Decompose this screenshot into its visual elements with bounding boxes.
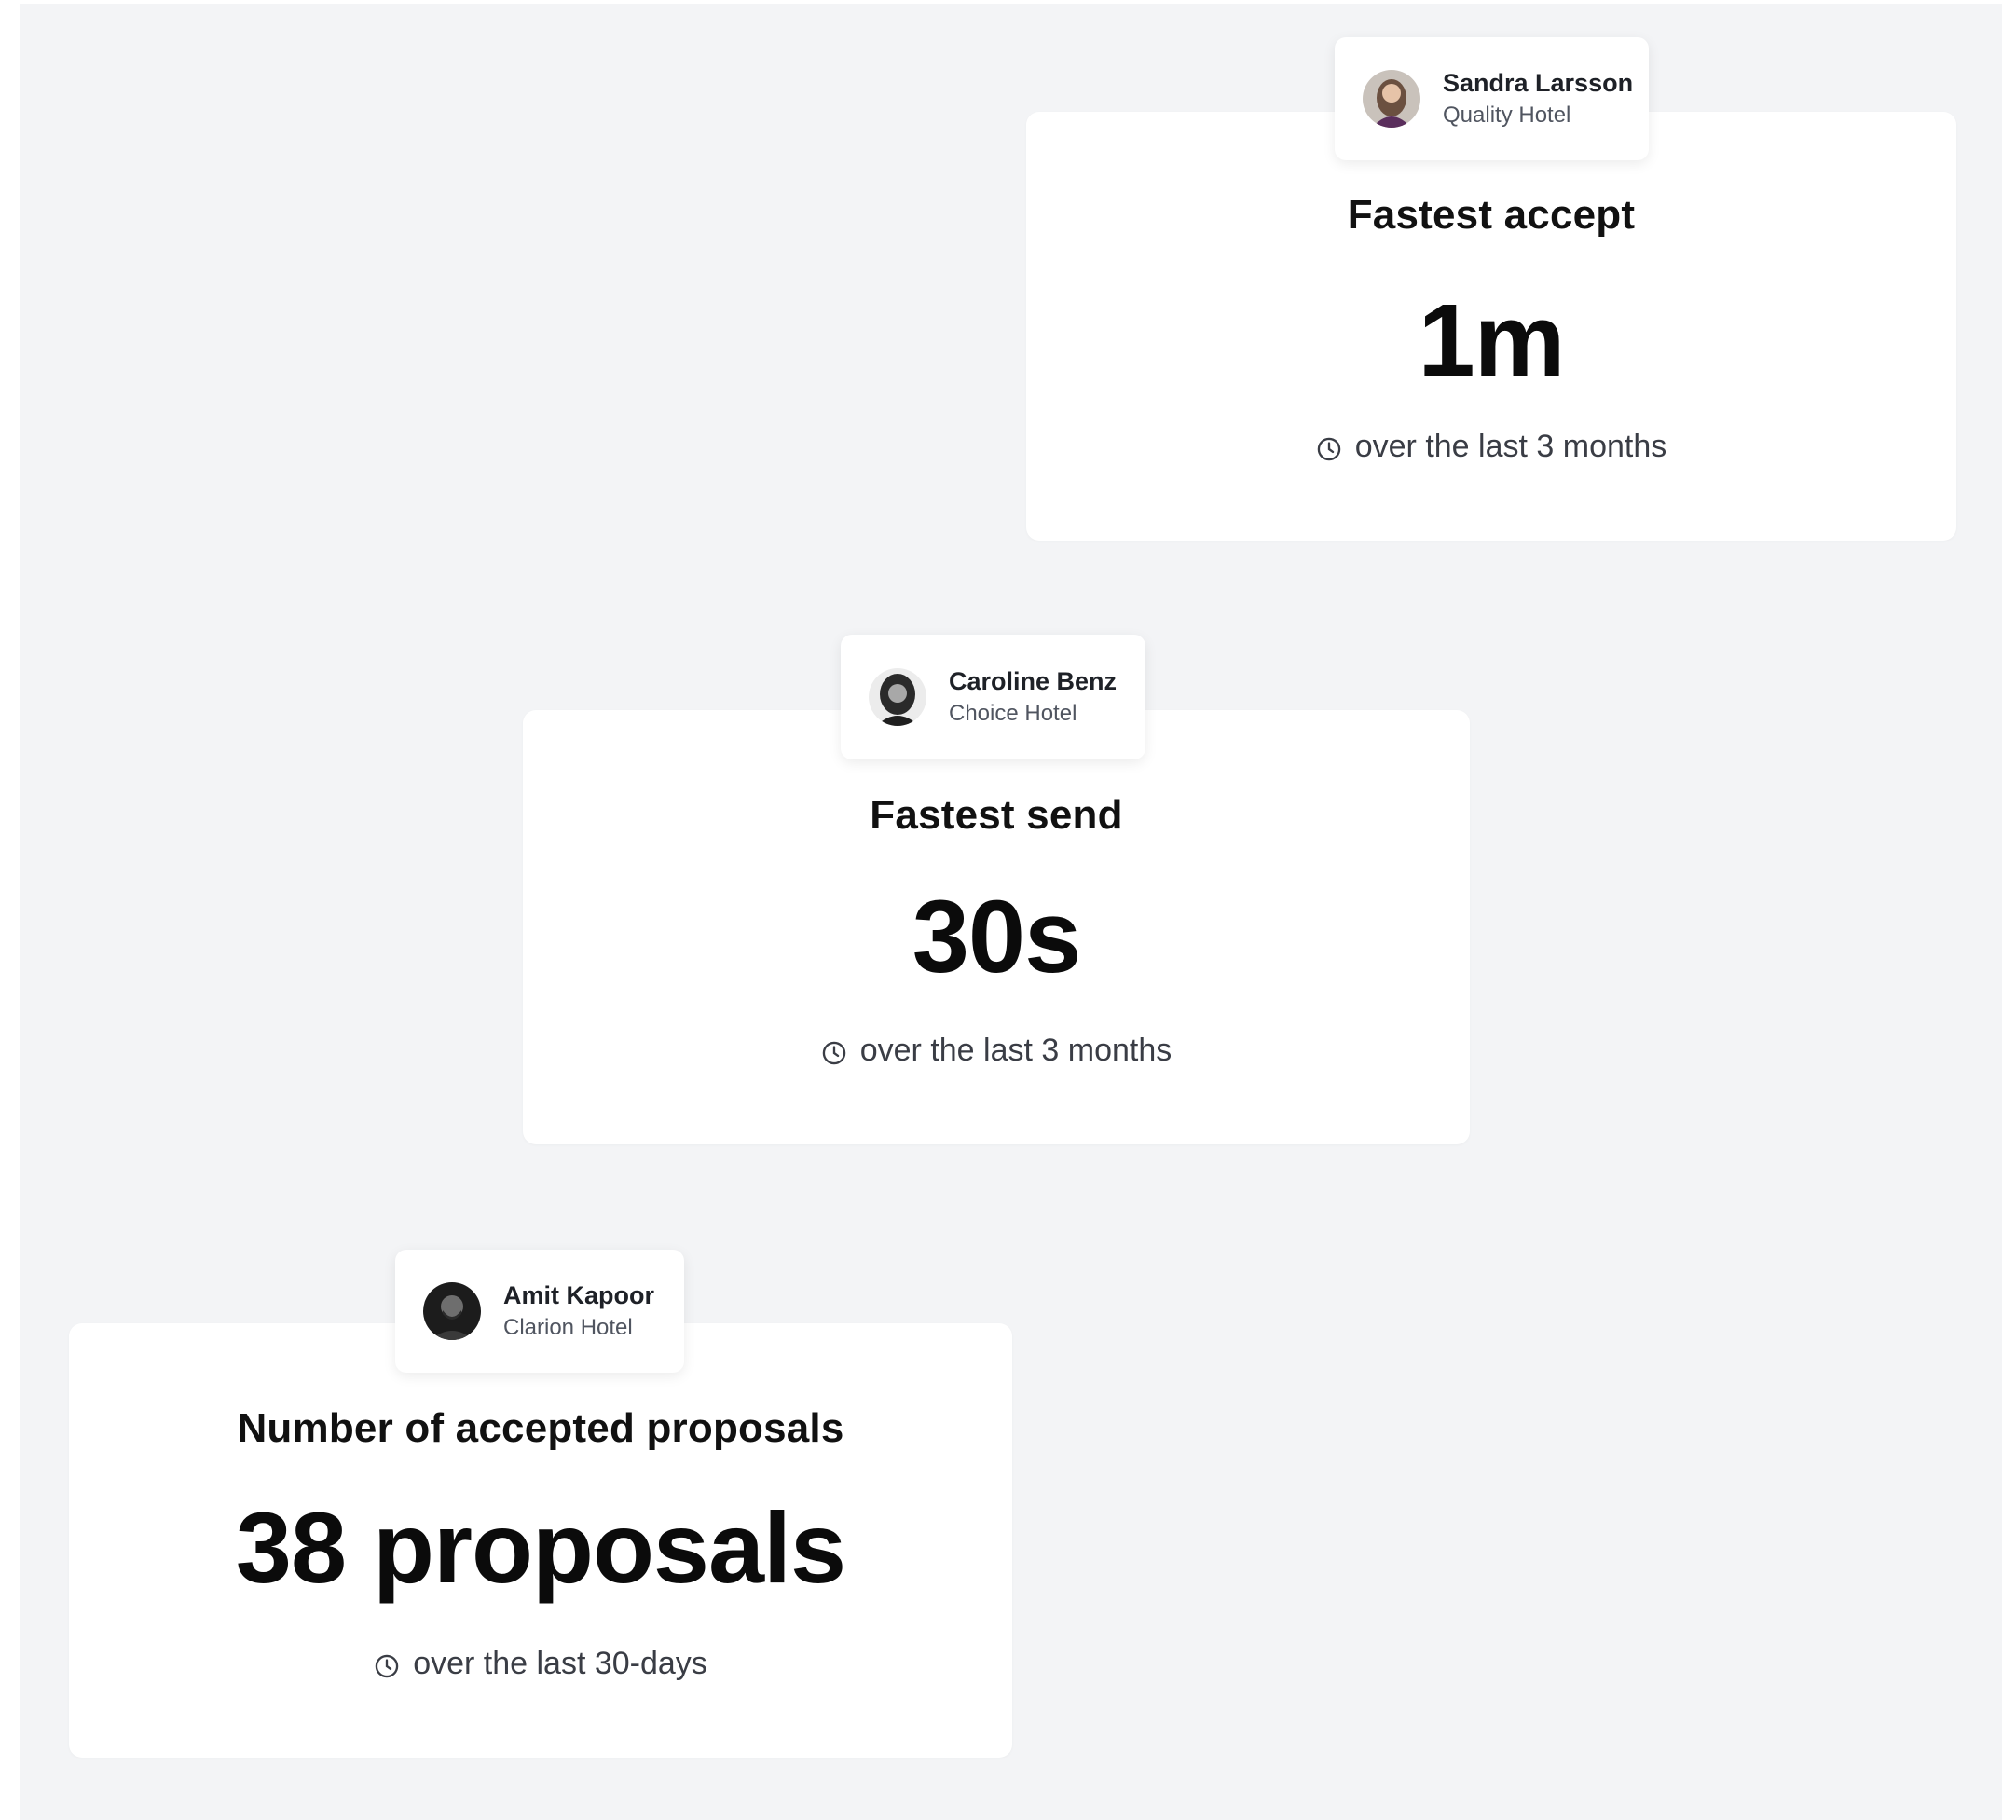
user-hotel: Clarion Hotel: [503, 1314, 633, 1340]
period-label: over the last 3 months: [859, 1033, 1173, 1068]
user-chip-sandra-larsson[interactable]: Sandra Larsson Quality Hotel: [1335, 37, 1649, 160]
card-value: 1m: [1418, 283, 1566, 398]
card-period: over the last 3 months: [523, 1033, 1470, 1069]
stats-panel: Fastest accept 1m over the last 3 months…: [20, 4, 2002, 1820]
woman-portrait-avatar: [869, 668, 926, 726]
man-portrait-avatar: [423, 1282, 481, 1340]
fastest-accept-card: Fastest accept 1m over the last 3 months: [1026, 112, 1956, 541]
period-label: over the last 30-days: [413, 1646, 707, 1681]
period-label: over the last 3 months: [1354, 429, 1667, 464]
card-value: 38 proposals: [235, 1491, 846, 1604]
card-period: over the last 30-days: [69, 1646, 1012, 1682]
clock-icon: [375, 1654, 399, 1677]
card-title: Number of accepted proposals: [237, 1405, 844, 1451]
card-period: over the last 3 months: [1026, 429, 1956, 465]
fastest-send-card: Fastest send 30s over the last 3 months: [523, 710, 1470, 1144]
user-name: Amit Kapoor: [503, 1280, 654, 1309]
card-title: Fastest send: [870, 792, 1123, 838]
woman-portrait-avatar: [1363, 70, 1420, 128]
user-hotel: Choice Hotel: [949, 700, 1077, 726]
user-chip-amit-kapoor[interactable]: Amit Kapoor Clarion Hotel: [395, 1250, 684, 1373]
card-value: 30s: [912, 880, 1082, 994]
accepted-proposals-card: Number of accepted proposals 38 proposal…: [69, 1323, 1012, 1758]
card-title: Fastest accept: [1347, 192, 1636, 238]
user-name: Sandra Larsson: [1443, 68, 1634, 97]
user-chip-caroline-benz[interactable]: Caroline Benz Choice Hotel: [841, 635, 1145, 759]
user-name: Caroline Benz: [949, 666, 1118, 695]
clock-icon: [1317, 437, 1340, 460]
clock-icon: [822, 1041, 845, 1064]
user-hotel: Quality Hotel: [1443, 102, 1571, 128]
